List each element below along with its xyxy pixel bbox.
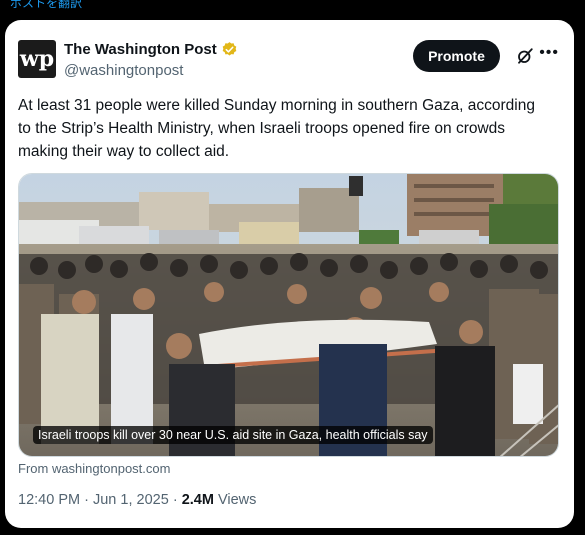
gold-verified-badge-icon[interactable] [221,41,238,58]
author-avatar[interactable]: wp [18,40,56,78]
link-source[interactable]: From washingtonpost.com [18,461,170,476]
author-handle[interactable]: @washingtonpost [64,62,238,79]
gaza-funeral-photo [19,174,558,456]
post-metadata: 12:40 PM · Jun 1, 2025 · 2.4M Views [18,492,256,508]
meta-separator: · [172,492,178,508]
author-display-name[interactable]: The Washington Post [64,41,238,58]
views-count: 2.4M [181,492,214,508]
post-time[interactable]: 12:40 PM [18,492,80,508]
post-date[interactable]: Jun 1, 2025 [93,492,169,508]
author-names: The Washington Post @washingtonpost [64,41,238,79]
grok-icon[interactable] [516,47,534,65]
post-media-image[interactable]: Israeli troops kill over 30 near U.S. ai… [18,173,559,457]
meta-separator: · [84,492,89,508]
author-display-name-text[interactable]: The Washington Post [64,41,217,58]
promote-button[interactable]: Promote [413,40,500,72]
post-header: wp The Washington Post @washingtonpost P… [18,40,562,84]
post-card[interactable]: wp The Washington Post @washingtonpost P… [5,20,574,528]
post-text: At least 31 people were killed Sunday mo… [18,97,535,160]
more-options-icon[interactable]: ••• [539,44,559,62]
translate-post-link[interactable]: ポストを翻訳 [10,0,82,11]
views-label: Views [217,492,257,508]
media-caption: Israeli troops kill over 30 near U.S. ai… [33,426,433,444]
